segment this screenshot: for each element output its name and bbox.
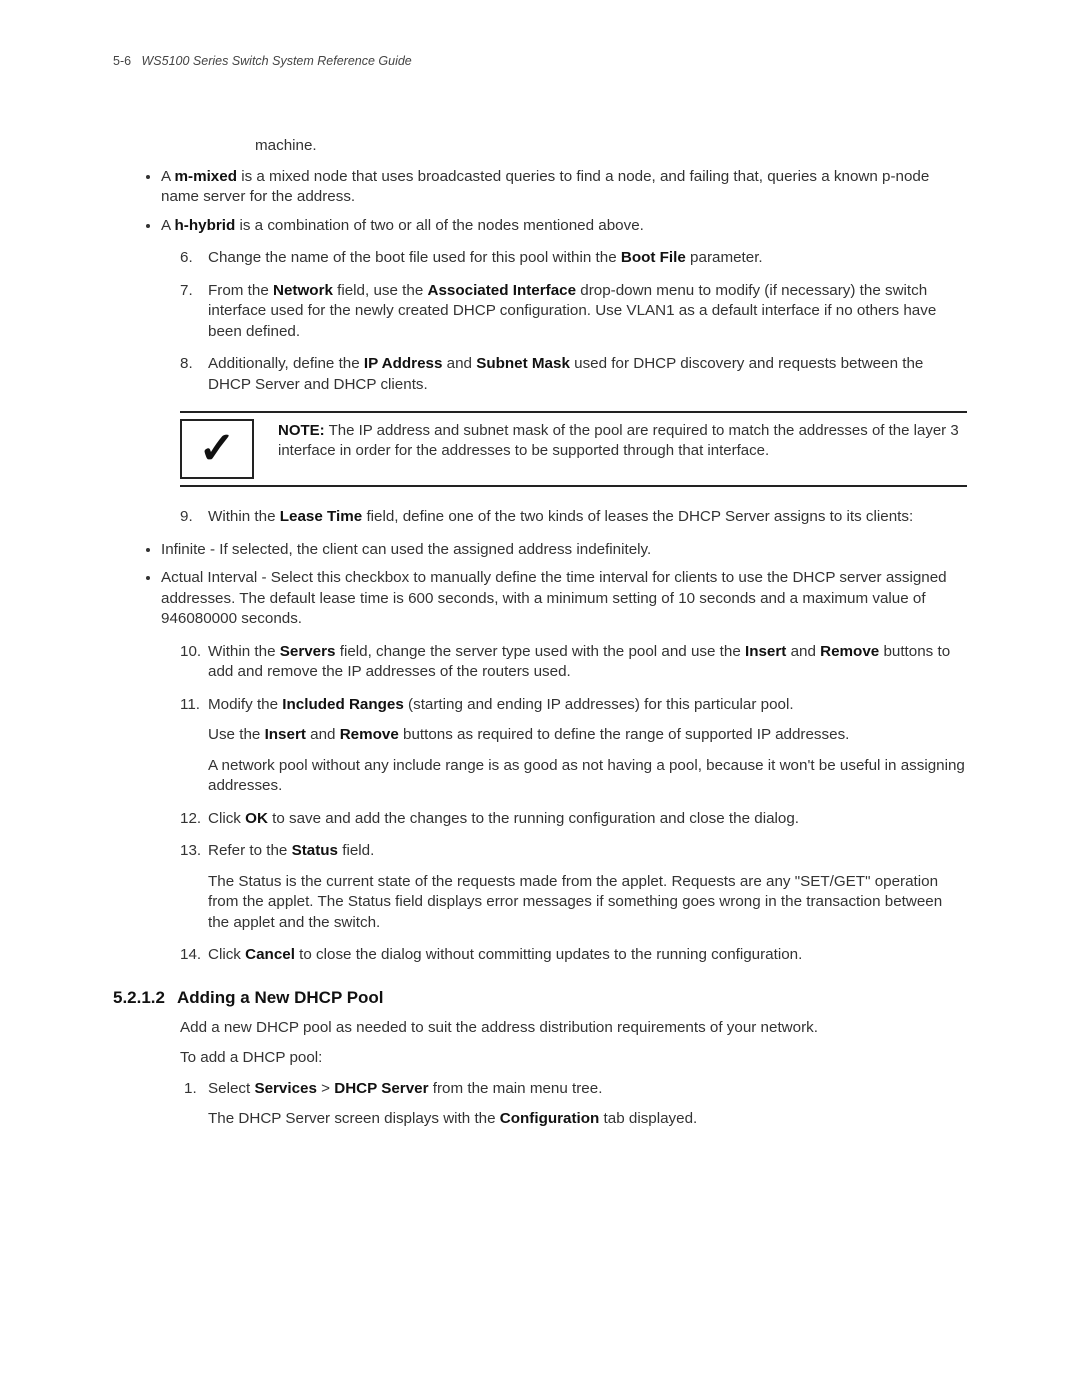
step-13: Refer to the Status field. The Status is… — [208, 841, 967, 933]
document-page: 5-6 WS5100 Series Switch System Referenc… — [0, 0, 1080, 1397]
checkmark-icon: ✓ — [180, 419, 254, 479]
steps-6-8: Change the name of the boot file used fo… — [113, 248, 967, 395]
continuation-fragment: machine. — [255, 136, 967, 157]
section-number: 5.2.1.2 — [113, 988, 165, 1008]
page-number: 5-6 — [113, 54, 131, 68]
step-11: Modify the Included Ranges (starting and… — [208, 695, 967, 797]
step-9-item: Within the Lease Time field, define one … — [208, 507, 967, 528]
lease-bullets: Infinite - If selected, the client can u… — [113, 540, 967, 630]
bullet-infinite: Infinite - If selected, the client can u… — [161, 540, 967, 561]
bullet-actual-interval: Actual Interval - Select this checkbox t… — [161, 568, 967, 630]
step-14: Click Cancel to close the dialog without… — [208, 945, 967, 966]
section-title: Adding a New DHCP Pool — [177, 988, 384, 1008]
step-12: Click OK to save and add the changes to … — [208, 809, 967, 830]
steps-10-14: Within the Servers field, change the ser… — [113, 642, 967, 966]
note-text: NOTE: The IP address and subnet mask of … — [278, 419, 967, 479]
section-intro-1: Add a new DHCP pool as needed to suit th… — [180, 1018, 967, 1039]
section-body: Add a new DHCP pool as needed to suit th… — [180, 1018, 967, 1130]
running-header: 5-6 WS5100 Series Switch System Referenc… — [113, 54, 967, 68]
section-intro-2: To add a DHCP pool: — [180, 1048, 967, 1069]
new-pool-steps: Select Services > DHCP Server from the m… — [180, 1079, 967, 1130]
new-step-1: Select Services > DHCP Server from the m… — [208, 1079, 967, 1130]
section-heading: 5.2.1.2 Adding a New DHCP Pool — [113, 988, 967, 1008]
step-6: Change the name of the boot file used fo… — [208, 248, 967, 269]
node-type-bullets: A m-mixed is a mixed node that uses broa… — [113, 167, 967, 237]
bullet-h-hybrid: A h-hybrid is a combination of two or al… — [161, 216, 967, 237]
doc-title: WS5100 Series Switch System Reference Gu… — [142, 54, 412, 68]
step-9: Within the Lease Time field, define one … — [113, 507, 967, 528]
note-callout: ✓ NOTE: The IP address and subnet mask o… — [180, 411, 967, 487]
step-7: From the Network field, use the Associat… — [208, 281, 967, 343]
step-8: Additionally, define the IP Address and … — [208, 354, 967, 395]
step-10: Within the Servers field, change the ser… — [208, 642, 967, 683]
bullet-m-mixed: A m-mixed is a mixed node that uses broa… — [161, 167, 967, 208]
